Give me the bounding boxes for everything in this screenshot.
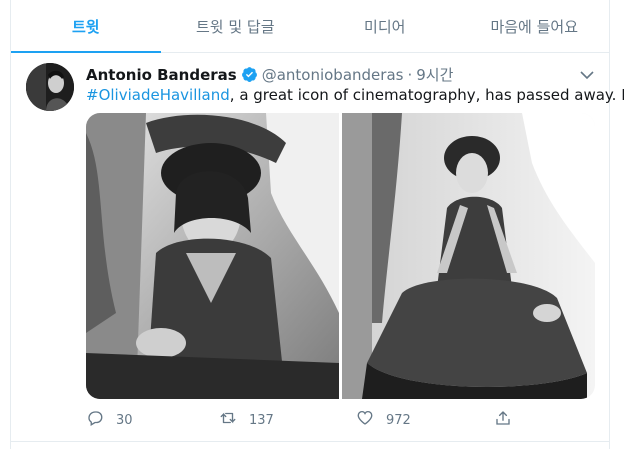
photo-full-length[interactable] [342, 113, 595, 399]
retweet-count: 137 [249, 412, 274, 428]
avatar[interactable] [26, 63, 74, 111]
share-icon [494, 409, 524, 431]
retweet-button[interactable]: 137 [219, 409, 274, 431]
share-button[interactable] [494, 409, 524, 431]
tweet-actions: 30 137 972 [86, 409, 595, 431]
tweet-media[interactable] [86, 113, 595, 399]
like-button[interactable]: 972 [356, 409, 411, 431]
tweet-timestamp[interactable]: 9시간 [416, 64, 453, 85]
chevron-down-icon[interactable] [579, 67, 595, 83]
tweet-header: Antonio Banderas @antoniobanderas · 9시간 [86, 64, 453, 85]
profile-tabs: 트윗 트윗 및 답글 미디어 마음에 들어요 [11, 0, 609, 53]
verified-badge-icon [241, 66, 258, 83]
hashtag-link[interactable]: #OliviadeHavilland [86, 86, 230, 104]
reply-icon [86, 409, 116, 431]
separator-dot: · [407, 65, 413, 84]
tab-tweets[interactable]: 트윗 [11, 0, 161, 53]
author-handle[interactable]: @antoniobanderas [262, 66, 404, 84]
reply-count: 30 [116, 412, 133, 428]
heart-icon [356, 409, 386, 431]
retweet-icon [219, 409, 249, 431]
tweet-text: #OliviadeHavilland, a great icon of cine… [86, 86, 624, 104]
photo-portrait[interactable] [86, 113, 339, 399]
tab-media[interactable]: 미디어 [310, 0, 460, 52]
tab-tweets-and-replies[interactable]: 트윗 및 답글 [161, 0, 311, 52]
timeline-column: 트윗 트윗 및 답글 미디어 마음에 들어요 Antonio Banderas [10, 0, 624, 449]
tweet[interactable]: Antonio Banderas @antoniobanderas · 9시간 … [11, 53, 624, 442]
author-name[interactable]: Antonio Banderas [86, 66, 237, 84]
tab-likes[interactable]: 마음에 들어요 [460, 0, 610, 52]
like-count: 972 [386, 412, 411, 428]
reply-button[interactable]: 30 [86, 409, 133, 431]
tweet-body: , a great icon of cinematography, has pa… [229, 86, 624, 104]
